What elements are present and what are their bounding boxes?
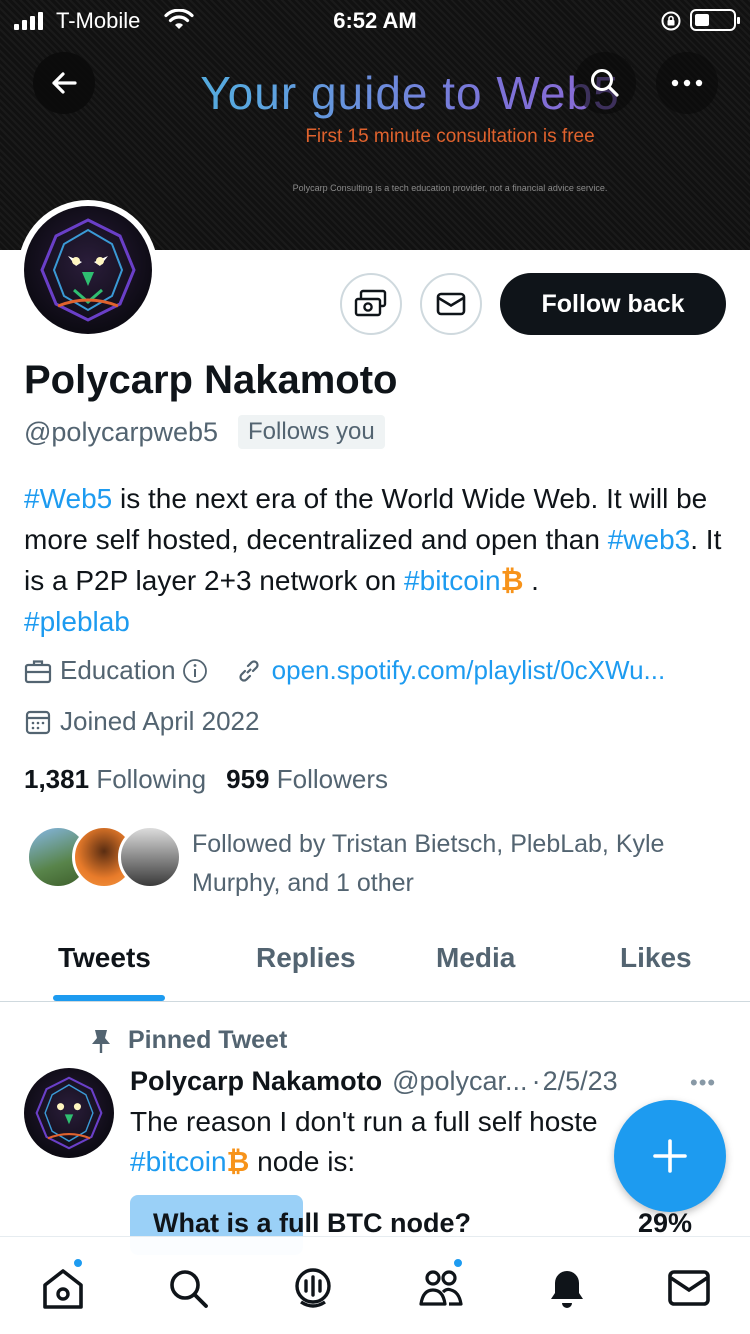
tweet-more-button[interactable]: ••• xyxy=(690,1070,716,1096)
joined-date: Joined April 2022 xyxy=(60,706,260,736)
nav-spaces[interactable] xyxy=(288,1263,338,1313)
nav-messages[interactable] xyxy=(664,1263,714,1313)
following-label: Following xyxy=(96,764,207,794)
joined-row: Joined April 2022 xyxy=(24,706,259,737)
followers-stat[interactable]: 959 Followers xyxy=(226,764,388,795)
ellipsis-icon xyxy=(671,79,703,87)
tab-likes[interactable]: Likes xyxy=(620,942,692,974)
rotation-lock-icon xyxy=(660,10,682,37)
bio: #Web5 is the next era of the World Wide … xyxy=(24,478,729,642)
banner-subline: First 15 minute consultation is free xyxy=(305,126,595,147)
hashtag-link[interactable]: #web3 xyxy=(608,524,691,555)
follow-stats: 1,381 Following 959 Followers xyxy=(24,764,388,795)
home-icon xyxy=(43,1269,83,1309)
profile-meta: Education open.spotify.com/playlist/0cXW… xyxy=(24,655,665,686)
compose-tweet-button[interactable] xyxy=(614,1100,726,1212)
envelope-icon xyxy=(436,292,466,316)
poll-option-label: What is a full BTC node? xyxy=(153,1208,471,1238)
profile-tabs: Tweets Replies Media Likes xyxy=(0,920,750,1002)
hashtag-link[interactable]: #pleblab xyxy=(24,606,130,637)
active-tab-indicator xyxy=(53,995,165,1001)
display-name: Polycarp Nakamoto xyxy=(24,358,398,402)
poll-percentage: 29% xyxy=(638,1208,693,1238)
followers-label: Followers xyxy=(276,764,389,794)
tweet-date: 2/5/23 xyxy=(542,1066,618,1096)
pinned-tweet-label: Pinned Tweet xyxy=(128,1026,288,1054)
notification-dot xyxy=(72,1257,84,1269)
nav-explore[interactable] xyxy=(163,1263,213,1313)
tweet-avatar[interactable] xyxy=(24,1068,114,1158)
nav-home[interactable] xyxy=(38,1257,88,1313)
banner-headline: Your guide to Web5 xyxy=(0,66,750,120)
follow-back-button[interactable]: Follow back xyxy=(500,273,726,335)
nav-communities[interactable] xyxy=(416,1257,466,1313)
tweet-header: Polycarp Nakamoto @polycar... · 2/5/23 xyxy=(130,1066,618,1097)
nav-notifications[interactable] xyxy=(542,1263,592,1313)
tweet-author[interactable]: Polycarp Nakamoto xyxy=(130,1066,382,1097)
tab-tweets[interactable]: Tweets xyxy=(58,942,151,974)
hashtag-link[interactable]: #Web5 xyxy=(24,483,112,514)
followed-by-avatars[interactable] xyxy=(26,825,182,889)
lion-logo-icon xyxy=(35,1076,103,1150)
notification-dot xyxy=(452,1257,464,1269)
more-options-button[interactable] xyxy=(656,52,718,114)
tab-replies[interactable]: Replies xyxy=(256,942,356,974)
calendar-icon xyxy=(25,710,51,734)
message-button[interactable] xyxy=(420,273,482,335)
tweet-handle: @polycar... xyxy=(392,1066,528,1096)
bitcoin-icon: ₿ xyxy=(500,565,524,596)
search-icon xyxy=(170,1270,208,1308)
communities-icon xyxy=(419,1270,463,1306)
hashtag-link[interactable]: #bitcoin xyxy=(130,1146,227,1177)
tweet-text-part: The reason I don't run a full self hoste xyxy=(130,1106,598,1137)
category-label: Education xyxy=(60,655,176,685)
bell-icon xyxy=(551,1271,583,1308)
profile-link[interactable]: open.spotify.com/playlist/0cXWu... xyxy=(272,655,666,686)
bottom-navigation xyxy=(0,1236,750,1334)
search-button[interactable] xyxy=(574,52,636,114)
lion-logo-icon xyxy=(40,218,136,322)
spaces-icon xyxy=(295,1268,331,1308)
status-bar: T-Mobile 6:52 AM xyxy=(0,0,750,44)
money-icon xyxy=(354,289,387,317)
battery-icon xyxy=(690,9,740,31)
envelope-icon xyxy=(668,1270,710,1306)
info-icon[interactable] xyxy=(182,658,208,684)
plus-icon xyxy=(653,1139,687,1173)
tab-media[interactable]: Media xyxy=(436,942,515,974)
following-count: 1,381 xyxy=(24,764,90,794)
back-button[interactable] xyxy=(33,52,95,114)
followers-count: 959 xyxy=(226,764,270,794)
clock: 6:52 AM xyxy=(333,8,417,33)
avatar xyxy=(118,825,182,889)
tip-button[interactable] xyxy=(340,273,402,335)
tweet-separator: · xyxy=(531,1066,541,1096)
bio-text: is the next era of the World Wide Web. I… xyxy=(24,483,708,555)
following-stat[interactable]: 1,381 Following xyxy=(24,764,206,795)
tweet-text-part: node is: xyxy=(249,1146,356,1177)
arrow-left-icon xyxy=(52,72,77,94)
briefcase-icon xyxy=(24,659,52,683)
follows-you-badge: Follows you xyxy=(238,415,385,449)
pinned-label: Pinned Tweet xyxy=(90,1026,287,1055)
banner-fineprint: Polycarp Consulting is a tech education … xyxy=(292,183,608,193)
link-icon xyxy=(239,659,259,682)
followed-by-text[interactable]: Followed by Tristan Bietsch, PlebLab, Ky… xyxy=(192,825,712,903)
search-icon xyxy=(591,69,619,97)
profile-avatar[interactable] xyxy=(18,200,158,340)
handle-row: @polycarpweb5 Follows you xyxy=(24,415,385,449)
handle: @polycarpweb5 xyxy=(24,416,219,447)
hashtag-link[interactable]: #bitcoin xyxy=(404,565,501,596)
bitcoin-icon: ₿ xyxy=(226,1146,250,1177)
bio-text: . xyxy=(523,565,539,596)
pin-icon xyxy=(92,1029,110,1053)
